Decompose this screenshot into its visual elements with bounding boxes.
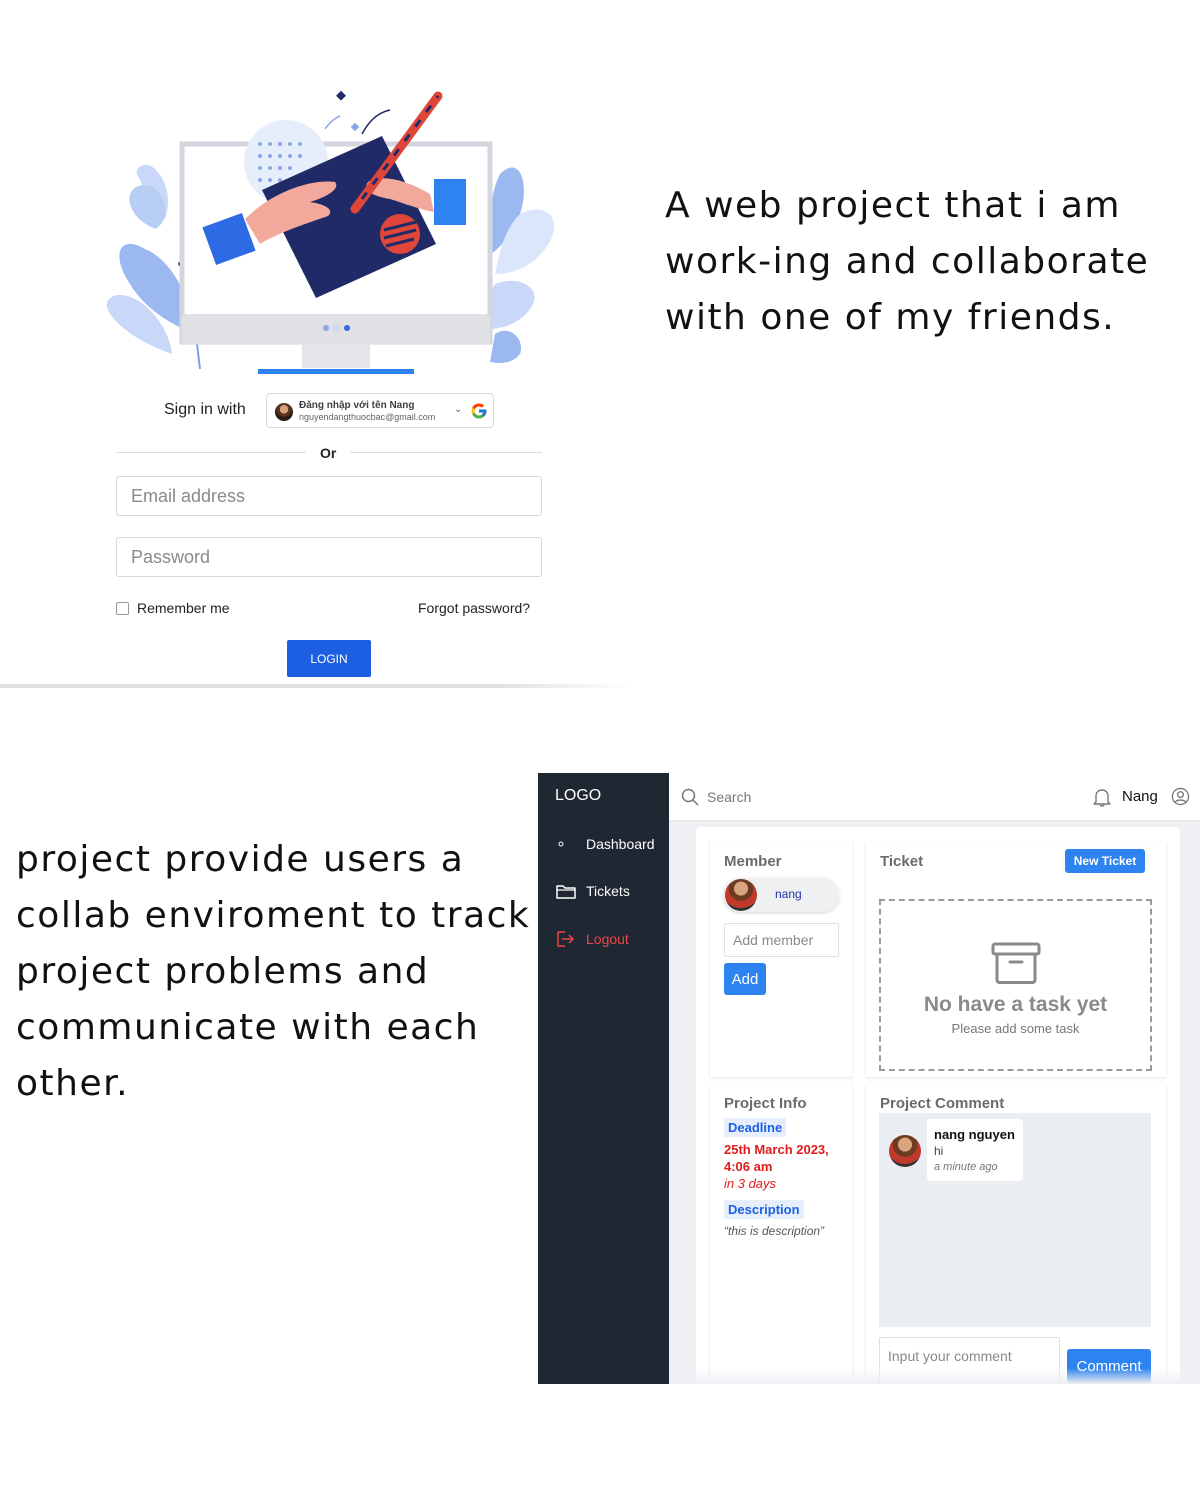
comment-list[interactable]: nang nguyen hi a minute ago: [879, 1113, 1151, 1327]
signin-with-label: Sign in with: [164, 401, 246, 418]
project-comment-title: Project Comment: [880, 1095, 1005, 1112]
empty-state-title: No have a task yet: [923, 993, 1108, 1016]
member-card: Member nang Add: [710, 841, 852, 1077]
sidebar-item-label: Tickets: [586, 883, 630, 899]
sidebar: LOGO Dashboard Tickets Logout: [538, 773, 669, 1384]
login-button[interactable]: LOGIN: [287, 640, 371, 677]
avatar: [889, 1135, 921, 1167]
deadline-badge: Deadline: [724, 1118, 787, 1137]
google-account-email: nguyendangthuocbac@gmail.com: [299, 412, 436, 422]
logout-icon: [557, 931, 575, 947]
sidebar-item-logout[interactable]: Logout: [556, 931, 629, 947]
bell-icon[interactable]: [1093, 787, 1111, 807]
dashboard-screenshot: LOGO Dashboard Tickets Logout Search Nan…: [538, 773, 1200, 1384]
google-g-icon: [471, 403, 487, 419]
app-logo: LOGO: [555, 787, 602, 804]
login-illustration: [106, 90, 555, 374]
dot-icon: [558, 841, 564, 847]
sidebar-item-label: Dashboard: [586, 836, 655, 852]
ticket-card: Ticket New Ticket No have a task yet Ple…: [866, 841, 1166, 1077]
sidebar-item-dashboard[interactable]: Dashboard: [556, 836, 655, 852]
add-member-button[interactable]: Add: [724, 963, 766, 995]
caption-top: A web project that i am work-ing and col…: [665, 185, 1150, 338]
comment-author: nang nguyen: [934, 1127, 1015, 1142]
comment-timestamp: a minute ago: [934, 1161, 998, 1173]
avatar: [725, 879, 757, 911]
chevron-down-icon: ⌄: [454, 404, 463, 415]
login-panel-shadow: [0, 684, 630, 688]
topbar: Nang: [669, 773, 1200, 821]
comment-bubble: nang nguyen hi a minute ago: [927, 1119, 1023, 1181]
new-ticket-button[interactable]: New Ticket: [1065, 849, 1145, 873]
divider-right: [350, 452, 542, 453]
deadline-value: 25th March 2023, 4:06 am: [724, 1142, 829, 1174]
remember-me-checkbox[interactable]: [116, 601, 129, 615]
user-circle-icon[interactable]: [1171, 787, 1190, 806]
remember-me[interactable]: Remember me: [116, 600, 230, 616]
sidebar-item-tickets[interactable]: Tickets: [556, 883, 630, 899]
member-card-title: Member: [724, 853, 782, 870]
folder-icon: [556, 885, 576, 899]
google-account-name: Đăng nhập với tên Nang: [299, 400, 415, 411]
email-field[interactable]: [116, 476, 542, 516]
add-member-input[interactable]: [724, 923, 839, 957]
description-value: “this is description”: [724, 1224, 825, 1238]
remember-me-label: Remember me: [137, 600, 230, 616]
google-account-avatar: [275, 403, 293, 421]
password-field[interactable]: [116, 537, 542, 577]
member-chip[interactable]: nang: [723, 878, 839, 912]
description-badge: Description: [724, 1200, 804, 1219]
forgot-password-link[interactable]: Forgot password?: [418, 600, 530, 616]
caption-bottom: project provide users a collab enviromen…: [16, 839, 531, 1104]
member-name: nang: [775, 887, 802, 901]
comment-text: hi: [934, 1144, 944, 1158]
dashboard-bottom-fade: [669, 1368, 1200, 1384]
deadline-relative: in 3 days: [724, 1176, 777, 1191]
project-content: Member nang Add Ticket New Ticket No hav…: [696, 827, 1180, 1384]
sidebar-item-label: Logout: [586, 931, 629, 947]
search-icon: [681, 788, 699, 806]
login-panel: Sign in with Đăng nhập với tên Nang nguy…: [0, 0, 620, 686]
archive-box-icon: [991, 942, 1041, 984]
project-comment-card: Project Comment nang nguyen hi a minute …: [866, 1083, 1166, 1384]
search-input[interactable]: [707, 785, 907, 809]
divider-or-label: Or: [320, 445, 337, 461]
divider-left: [116, 452, 306, 453]
ticket-empty-state: No have a task yet Please add some task: [879, 899, 1152, 1071]
project-info-title: Project Info: [724, 1095, 807, 1112]
google-signin-button[interactable]: Đăng nhập với tên Nang nguyendangthuocba…: [266, 393, 494, 428]
project-info-card: Project Info Deadline 25th March 2023, 4…: [710, 1083, 852, 1384]
empty-state-subtitle: Please add some task: [951, 1021, 1080, 1036]
ticket-card-title: Ticket: [880, 853, 924, 870]
username-label[interactable]: Nang: [1122, 788, 1158, 805]
